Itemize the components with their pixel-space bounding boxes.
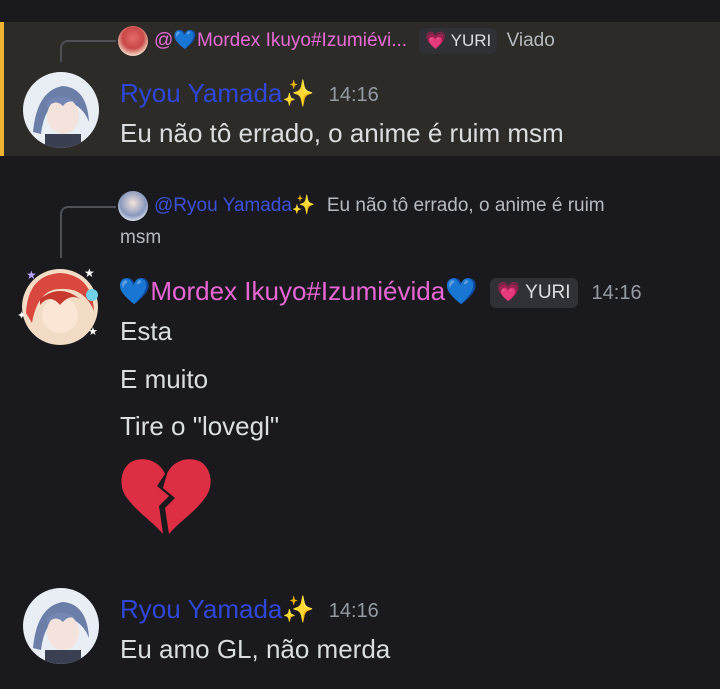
avatar[interactable] (23, 72, 99, 148)
author-name[interactable]: 💙Mordex Ikuyo#Izumiévida💙 (118, 276, 478, 306)
svg-text:✦: ✦ (18, 309, 26, 322)
author-name[interactable]: Ryou Yamada✨ (120, 594, 315, 624)
reply-avatar (118, 191, 148, 221)
avatar-image (23, 588, 99, 664)
timestamp[interactable]: 14:16 (329, 84, 379, 106)
avatar[interactable] (23, 588, 99, 664)
svg-text:★: ★ (88, 325, 98, 338)
avatar-image (23, 72, 99, 148)
reply-author[interactable]: @Ryou Yamada✨ (154, 195, 316, 216)
broken-heart-icon[interactable] (119, 456, 211, 536)
reply-preview[interactable]: @Ryou Yamada✨ Eu não tô errado, o anime … (118, 191, 605, 221)
message-text: Eu amo GL, não merda (120, 634, 391, 664)
reply-preview[interactable]: @💙Mordex Ikuyo#Izumiévi... 💗 YURI Viado (118, 26, 555, 56)
svg-text:★: ★ (84, 266, 95, 280)
message[interactable]: Ryou Yamada✨ 14:16 Eu amo GL, não merda (0, 580, 720, 680)
avatar-image: ★ ★ ✦ ★ (18, 266, 98, 345)
chat-message-list: @💙Mordex Ikuyo#Izumiévi... 💗 YURI Viado R… (0, 0, 720, 689)
author-name[interactable]: Ryou Yamada✨ (120, 78, 315, 108)
timestamp[interactable]: 14:16 (329, 600, 379, 622)
reply-text: Viado (506, 30, 555, 52)
message-header: Ryou Yamada✨ 14:16 (120, 76, 379, 112)
role-tag[interactable]: 💗 YURI (489, 278, 578, 309)
reply-connector (60, 40, 116, 62)
message-text: Esta (120, 316, 173, 346)
reply-connector (60, 206, 116, 258)
reply-author[interactable]: @💙Mordex Ikuyo#Izumiévi... (154, 30, 407, 51)
message[interactable]: @Ryou Yamada✨ Eu não tô errado, o anime … (0, 188, 720, 548)
message-text: Eu não tô errado, o anime é ruim msm (120, 118, 564, 148)
reply-text-continued: msm (120, 227, 162, 248)
avatar[interactable]: ★ ★ ✦ ★ (18, 266, 98, 345)
message-header: 💙Mordex Ikuyo#Izumiévida💙 💗 YURI 14:16 (118, 274, 642, 310)
reply-avatar (118, 26, 148, 56)
message-text: Tire o "lovegl" (120, 411, 280, 441)
reply-text: Eu não tô errado, o anime é ruim (326, 195, 605, 217)
timestamp[interactable]: 14:16 (592, 282, 642, 304)
message-highlighted[interactable]: @💙Mordex Ikuyo#Izumiévi... 💗 YURI Viado R… (0, 22, 720, 156)
svg-text:★: ★ (26, 268, 37, 282)
message-header: Ryou Yamada✨ 14:16 (120, 592, 379, 628)
message-text: E muito (120, 364, 209, 394)
role-tag[interactable]: 💗 YURI (419, 28, 498, 54)
